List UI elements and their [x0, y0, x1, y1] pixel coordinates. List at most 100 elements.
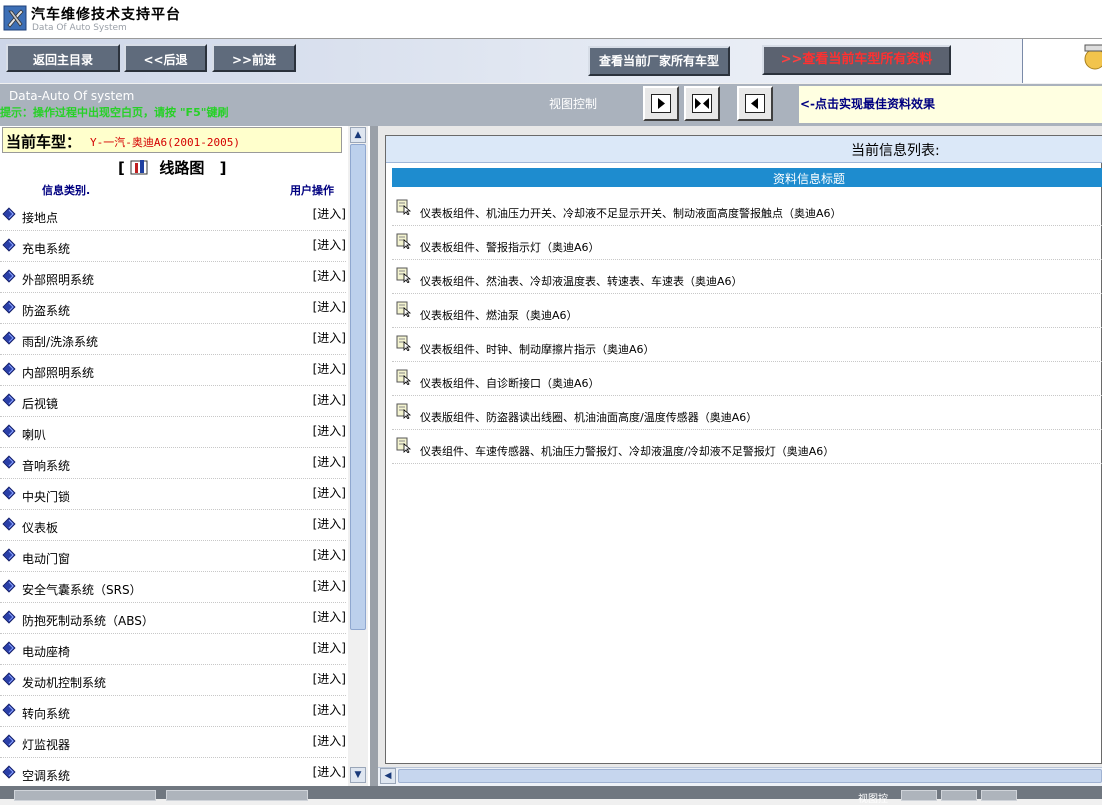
info-title[interactable]: 仪表组件、车速传感器、机油压力警报灯、冷却液温度/冷却液不足警报灯（奥迪A6） [420, 443, 834, 459]
info-title[interactable]: 仪表板组件、警报指示灯（奥迪A6） [420, 239, 600, 255]
list-item[interactable]: 喇叭 [进入] [0, 417, 346, 448]
enter-link[interactable]: [进入] [313, 484, 346, 501]
enter-link[interactable]: [进入] [313, 608, 346, 625]
info-title[interactable]: 仪表板组件、机油压力开关、冷却液不足显示开关、制动液面高度警报触点（奥迪A6） [420, 205, 842, 221]
info-list-item[interactable]: 仪表板组件、自诊断接口（奥迪A6） [392, 362, 1102, 396]
double-arrow-icon: >> [780, 52, 803, 67]
list-item[interactable]: 转向系统 [进入] [0, 696, 346, 727]
diamond-bullet-icon [2, 641, 16, 655]
refresh-hint: 提示：操作过程中出现空白页，请按 "F5"键刷 [0, 106, 229, 119]
info-list-item[interactable]: 仪表板组件、时钟、制动摩擦片指示（奥迪A6） [392, 328, 1102, 362]
info-list-item[interactable]: 仪表板组件、警报指示灯（奥迪A6） [392, 226, 1102, 260]
diamond-bullet-icon [2, 703, 16, 717]
view-maker-models-button[interactable]: 查看当前厂家所有车型 [588, 46, 730, 76]
list-item[interactable]: 接地点 [进入] [0, 200, 346, 231]
enter-link[interactable]: [进入] [313, 391, 346, 408]
diamond-bullet-icon [2, 300, 16, 314]
info-title[interactable]: 仪表板组件、时钟、制动摩擦片指示（奥迪A6） [420, 341, 655, 357]
list-item[interactable]: 后视镜 [进入] [0, 386, 346, 417]
home-button[interactable]: 返回主目录 [6, 44, 120, 72]
panel-splitter[interactable] [370, 126, 378, 786]
enter-link[interactable]: [进入] [313, 329, 346, 346]
category-name: 电动门窗 [22, 552, 71, 566]
view-all-data-button[interactable]: >>查看当前车型所有资料 [762, 45, 951, 75]
mascot-icon [1084, 44, 1102, 70]
enter-link[interactable]: [进入] [313, 639, 346, 656]
list-item[interactable]: 防抱死制动系统（ABS） [进入] [0, 603, 346, 634]
category-name: 雨刮/洗涤系统 [22, 335, 99, 349]
info-title[interactable]: 仪表板组件、燃油泵（奥迪A6） [420, 307, 578, 323]
enter-link[interactable]: [进入] [313, 422, 346, 439]
list-item[interactable]: 电动门窗 [进入] [0, 541, 346, 572]
list-item[interactable]: 防盗系统 [进入] [0, 293, 346, 324]
enter-link[interactable]: [进入] [313, 236, 346, 253]
enter-link[interactable]: [进入] [313, 453, 346, 470]
scroll-down-button[interactable]: ▼ [350, 767, 366, 783]
footer-button-1[interactable] [14, 790, 156, 801]
footer-button-2[interactable] [166, 790, 308, 801]
list-item[interactable]: 音响系统 [进入] [0, 448, 346, 479]
category-name: 充电系统 [22, 242, 71, 256]
scroll-left-button[interactable]: ◀ [380, 768, 396, 784]
horizontal-scrollbar-thumb[interactable] [398, 769, 1102, 783]
category-name: 内部照明系统 [22, 366, 95, 380]
list-item[interactable]: 充电系统 [进入] [0, 231, 346, 262]
scrollbar-thumb[interactable] [350, 144, 366, 630]
category-name: 电动座椅 [22, 645, 71, 659]
list-item[interactable]: 安全气囊系统（SRS） [进入] [0, 572, 346, 603]
list-item[interactable]: 内部照明系统 [进入] [0, 355, 346, 386]
section-title-text: 线路图 [159, 159, 205, 177]
expand-right-button[interactable] [643, 86, 679, 121]
diamond-bullet-icon [2, 331, 16, 345]
list-item[interactable]: 仪表板 [进入] [0, 510, 346, 541]
enter-link[interactable]: [进入] [313, 205, 346, 222]
category-name: 防抱死制动系统（ABS） [22, 614, 154, 628]
enter-link[interactable]: [进入] [313, 732, 346, 749]
info-list-item[interactable]: 仪表板组件、燃油泵（奥迪A6） [392, 294, 1102, 328]
enter-link[interactable]: [进入] [313, 670, 346, 687]
footer-view-button-1[interactable] [901, 790, 937, 801]
info-list-item[interactable]: 仪表版组件、防盗器读出线圈、机油油面高度/温度传感器（奥迪A6） [392, 396, 1102, 430]
footer-view-button-3[interactable] [981, 790, 1017, 801]
wrench-app-icon [3, 5, 27, 31]
diamond-bullet-icon [2, 393, 16, 407]
enter-link[interactable]: [进入] [313, 577, 346, 594]
list-item[interactable]: 中央门锁 [进入] [0, 479, 346, 510]
enter-link[interactable]: [进入] [313, 515, 346, 532]
enter-link[interactable]: [进入] [313, 701, 346, 718]
info-list-item[interactable]: 仪表组件、车速传感器、机油压力警报灯、冷却液温度/冷却液不足警报灯（奥迪A6） [392, 430, 1102, 464]
info-list-item[interactable]: 仪表板组件、然油表、冷却液温度表、转速表、车速表（奥迪A6） [392, 260, 1102, 294]
list-item[interactable]: 空调系统 [进入] [0, 758, 346, 789]
category-name: 空调系统 [22, 769, 71, 783]
scroll-up-button[interactable]: ▲ [350, 127, 366, 143]
info-title[interactable]: 仪表版组件、防盗器读出线圈、机油油面高度/温度传感器（奥迪A6） [420, 409, 757, 425]
enter-link[interactable]: [进入] [313, 298, 346, 315]
arrow-right-icon [658, 98, 665, 109]
forward-button[interactable]: >>前进 [212, 44, 296, 72]
diamond-bullet-icon [2, 579, 16, 593]
diamond-bullet-icon [2, 765, 16, 779]
back-button[interactable]: <<后退 [124, 44, 207, 72]
list-item[interactable]: 外部照明系统 [进入] [0, 262, 346, 293]
section-open-bracket: [ [118, 159, 125, 177]
footer-view-button-2[interactable] [941, 790, 977, 801]
info-list-item[interactable]: 仪表板组件、机油压力开关、冷却液不足显示开关、制动液面高度警报触点（奥迪A6） [392, 192, 1102, 226]
diamond-bullet-icon [2, 455, 16, 469]
document-pointer-icon [396, 403, 412, 419]
section-close-bracket: ] [219, 159, 227, 177]
category-name: 外部照明系统 [22, 273, 95, 287]
category-name: 安全气囊系统（SRS） [22, 583, 142, 597]
enter-link[interactable]: [进入] [313, 546, 346, 563]
expand-left-button[interactable] [737, 86, 773, 121]
info-title[interactable]: 仪表板组件、然油表、冷却液温度表、转速表、车速表（奥迪A6） [420, 273, 743, 289]
enter-link[interactable]: [进入] [313, 360, 346, 377]
list-item[interactable]: 灯监视器 [进入] [0, 727, 346, 758]
document-pointer-icon [396, 369, 412, 385]
list-item[interactable]: 电动座椅 [进入] [0, 634, 346, 665]
info-title[interactable]: 仪表板组件、自诊断接口（奥迪A6） [420, 375, 600, 391]
enter-link[interactable]: [进入] [313, 267, 346, 284]
split-view-button[interactable] [684, 86, 720, 121]
list-item[interactable]: 雨刮/洗涤系统 [进入] [0, 324, 346, 355]
list-item[interactable]: 发动机控制系统 [进入] [0, 665, 346, 696]
enter-link[interactable]: [进入] [313, 763, 346, 780]
